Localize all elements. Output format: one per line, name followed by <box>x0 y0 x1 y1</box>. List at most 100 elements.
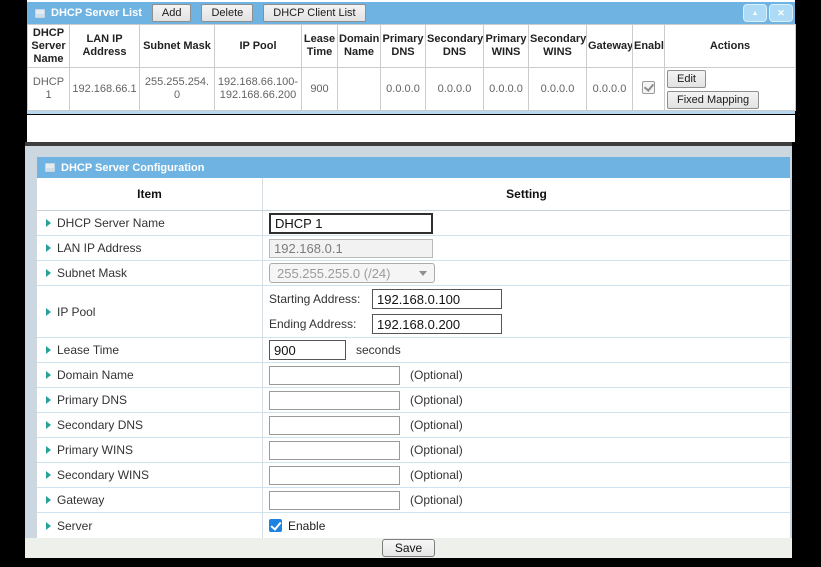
server-enable-checkbox[interactable] <box>269 519 282 532</box>
optional-hint: (Optional) <box>410 368 463 382</box>
config-footer: Save <box>25 538 792 558</box>
optional-hint: (Optional) <box>410 418 463 432</box>
col-header-primary-wins: Primary WINS <box>484 25 529 68</box>
primary-dns-input[interactable] <box>269 391 400 410</box>
domain-name-input[interactable] <box>269 366 400 385</box>
cell-lan-ip: 192.168.66.1 <box>70 68 140 111</box>
row-subnet-mask: Subnet Mask 255.255.255.0 (/24) <box>37 261 790 286</box>
cell-lease-time: 900 <box>302 68 338 111</box>
page-gap <box>27 115 795 142</box>
lease-time-unit: seconds <box>356 343 401 357</box>
cell-name: DHCP 1 <box>28 68 70 111</box>
dhcp-server-table: DHCP Server Name LAN IP Address Subnet M… <box>27 24 796 111</box>
panel-icon <box>45 163 55 172</box>
row-ip-pool: IP Pool Starting Address: Ending Address… <box>37 286 790 338</box>
col-header-secondary-wins: Secondary WINS <box>529 25 587 68</box>
cell-actions: Edit Fixed Mapping <box>665 68 796 111</box>
row-arrow-icon <box>46 244 51 252</box>
row-arrow-icon <box>46 496 51 504</box>
row-primary-wins: Primary WINS (Optional) <box>37 438 790 463</box>
delete-button[interactable]: Delete <box>201 4 253 22</box>
col-header-actions: Actions <box>665 25 796 68</box>
server-enable-label: Enable <box>288 519 325 533</box>
dhcp-server-name-input[interactable] <box>269 213 433 234</box>
col-header-domain-name: Domain Name <box>338 25 381 68</box>
list-titlebar: DHCP Server List Add Delete DHCP Client … <box>27 2 795 24</box>
table-bottom-rule <box>27 111 795 114</box>
primary-wins-input[interactable] <box>269 441 400 460</box>
lan-ip-label: LAN IP Address <box>57 241 142 255</box>
row-enable-checkbox <box>642 81 655 94</box>
edit-button[interactable]: Edit <box>667 70 706 88</box>
optional-hint: (Optional) <box>410 468 463 482</box>
dhcp-server-name-label: DHCP Server Name <box>57 216 165 230</box>
server-label: Server <box>57 519 92 533</box>
cell-domain-name <box>338 68 381 111</box>
starting-address-label: Starting Address: <box>269 292 372 306</box>
col-header-lease-time: Lease Time <box>302 25 338 68</box>
ending-address-label: Ending Address: <box>269 317 372 331</box>
row-dhcp-server-name: DHCP Server Name <box>37 211 790 236</box>
row-domain-name: Domain Name (Optional) <box>37 363 790 388</box>
lease-time-label: Lease Time <box>57 343 119 357</box>
secondary-dns-input[interactable] <box>269 416 400 435</box>
primary-wins-label: Primary WINS <box>57 443 133 457</box>
config-titlebar: DHCP Server Configuration <box>37 157 790 178</box>
collapse-icon[interactable]: ▲ <box>743 4 767 22</box>
dropdown-chevron-icon <box>419 271 427 276</box>
dhcp-server-list-panel: DHCP Server List Add Delete DHCP Client … <box>27 0 795 114</box>
setting-column-header: Setting <box>263 178 790 210</box>
add-button[interactable]: Add <box>152 4 192 22</box>
lease-time-input[interactable] <box>269 340 346 360</box>
optional-hint: (Optional) <box>410 393 463 407</box>
window-controls: ▲ ✕ <box>743 4 793 22</box>
close-icon[interactable]: ✕ <box>769 4 793 22</box>
col-header-enable: Enable <box>633 25 665 68</box>
cell-enable <box>633 68 665 111</box>
cell-subnet-mask: 255.255.254.0 <box>140 68 215 111</box>
gateway-label: Gateway <box>57 493 104 507</box>
table-header-row: DHCP Server Name LAN IP Address Subnet M… <box>28 25 796 68</box>
row-arrow-icon <box>46 308 51 316</box>
row-arrow-icon <box>46 471 51 479</box>
row-secondary-dns: Secondary DNS (Optional) <box>37 413 790 438</box>
save-button[interactable]: Save <box>382 539 435 557</box>
row-arrow-icon <box>46 396 51 404</box>
row-arrow-icon <box>46 522 51 530</box>
row-lan-ip-address: LAN IP Address <box>37 236 790 261</box>
cell-secondary-wins: 0.0.0.0 <box>529 68 587 111</box>
row-arrow-icon <box>46 371 51 379</box>
row-arrow-icon <box>46 421 51 429</box>
col-header-subnet-mask: Subnet Mask <box>140 25 215 68</box>
col-header-gateway: Gateway <box>587 25 633 68</box>
col-header-ip-pool: IP Pool <box>215 25 302 68</box>
cell-primary-wins: 0.0.0.0 <box>484 68 529 111</box>
subnet-mask-label: Subnet Mask <box>57 266 127 280</box>
row-arrow-icon <box>46 269 51 277</box>
fixed-mapping-button[interactable]: Fixed Mapping <box>667 91 759 109</box>
cell-secondary-dns: 0.0.0.0 <box>426 68 484 111</box>
panel-icon <box>35 9 45 18</box>
starting-address-input[interactable] <box>372 289 502 309</box>
subnet-mask-select: 255.255.255.0 (/24) <box>269 263 435 283</box>
ending-address-input[interactable] <box>372 314 502 334</box>
row-server-enable: Server Enable <box>37 513 790 538</box>
secondary-wins-input[interactable] <box>269 466 400 485</box>
row-lease-time: Lease Time seconds <box>37 338 790 363</box>
table-row: DHCP 1 192.168.66.1 255.255.254.0 192.16… <box>28 68 796 111</box>
item-column-header: Item <box>37 178 263 210</box>
cell-primary-dns: 0.0.0.0 <box>381 68 426 111</box>
domain-name-label: Domain Name <box>57 368 134 382</box>
row-arrow-icon <box>46 219 51 227</box>
dhcp-server-configuration-panel: DHCP Server Configuration Item Setting D… <box>25 146 792 558</box>
row-arrow-icon <box>46 346 51 354</box>
col-header-lan-ip: LAN IP Address <box>70 25 140 68</box>
col-header-dhcp-server-name: DHCP Server Name <box>28 25 70 68</box>
col-header-primary-dns: Primary DNS <box>381 25 426 68</box>
cell-gateway: 0.0.0.0 <box>587 68 633 111</box>
gateway-input[interactable] <box>269 491 400 510</box>
row-arrow-icon <box>46 446 51 454</box>
dhcp-client-list-button[interactable]: DHCP Client List <box>263 4 365 22</box>
row-primary-dns: Primary DNS (Optional) <box>37 388 790 413</box>
subnet-mask-value: 255.255.255.0 (/24) <box>277 266 390 281</box>
